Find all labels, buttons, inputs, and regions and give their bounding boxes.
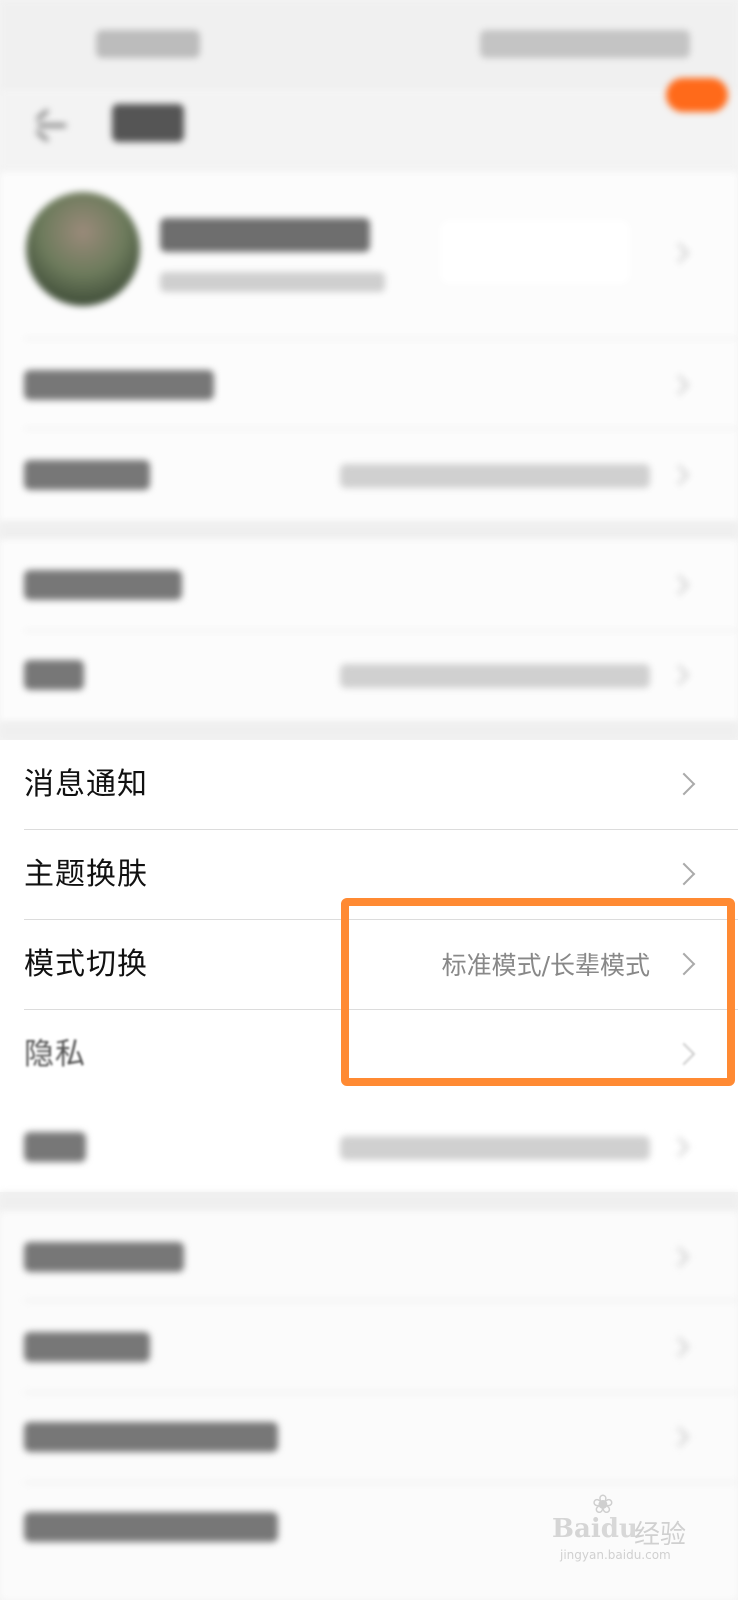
row-label: 模式切换 [24, 947, 148, 982]
watermark-brand: Baidu [552, 1514, 638, 1544]
watermark-suffix: 经验 [634, 1520, 687, 1550]
status-time [96, 30, 200, 58]
status-bar [0, 0, 738, 90]
divider [24, 1300, 738, 1301]
chevron-right-icon [669, 1137, 689, 1157]
account-card [0, 540, 738, 722]
section-gap [0, 1192, 738, 1210]
blurred-row-label[interactable] [24, 370, 214, 400]
section-gap [0, 522, 738, 540]
blurred-row-label[interactable] [24, 1332, 150, 1362]
blurred-row-label[interactable] [24, 660, 84, 690]
row-label: 隐私 [24, 1037, 86, 1072]
divider [24, 630, 738, 631]
chevron-right-icon [672, 772, 696, 796]
title-bar [0, 90, 738, 170]
blurred-row-label[interactable] [24, 1242, 184, 1272]
blurred-row-label[interactable] [24, 1512, 278, 1542]
divider [24, 338, 738, 339]
divider [24, 1392, 738, 1393]
blurred-row-label[interactable] [24, 570, 182, 600]
user-subtitle [160, 272, 385, 292]
row-label: 消息通知 [24, 767, 148, 802]
blurred-row-label[interactable] [24, 1422, 278, 1452]
page-title [112, 104, 184, 142]
watermark-url: jingyan.baidu.com [560, 1548, 671, 1562]
user-name [160, 218, 370, 252]
blurred-row-value [340, 464, 650, 488]
baidu-watermark: ❀ Baidu 经验 jingyan.baidu.com [552, 1490, 732, 1562]
status-icons [480, 30, 690, 58]
highlight-box [341, 898, 735, 1086]
profile-extra [440, 220, 630, 284]
notification-badge[interactable] [666, 78, 728, 112]
blurred-row-value [340, 1136, 650, 1160]
section-gap [0, 722, 738, 740]
back-arrow-icon[interactable] [34, 109, 68, 142]
blurred-row-label[interactable] [24, 460, 150, 490]
divider [24, 428, 738, 429]
chevron-right-icon [672, 862, 696, 886]
settings-row-notifications[interactable]: 消息通知 [0, 740, 738, 830]
blurred-row-value [340, 664, 650, 688]
row-label: 主题换肤 [24, 857, 148, 892]
divider [24, 1482, 738, 1483]
avatar[interactable] [26, 192, 140, 306]
blurred-row-label[interactable] [24, 1132, 86, 1162]
